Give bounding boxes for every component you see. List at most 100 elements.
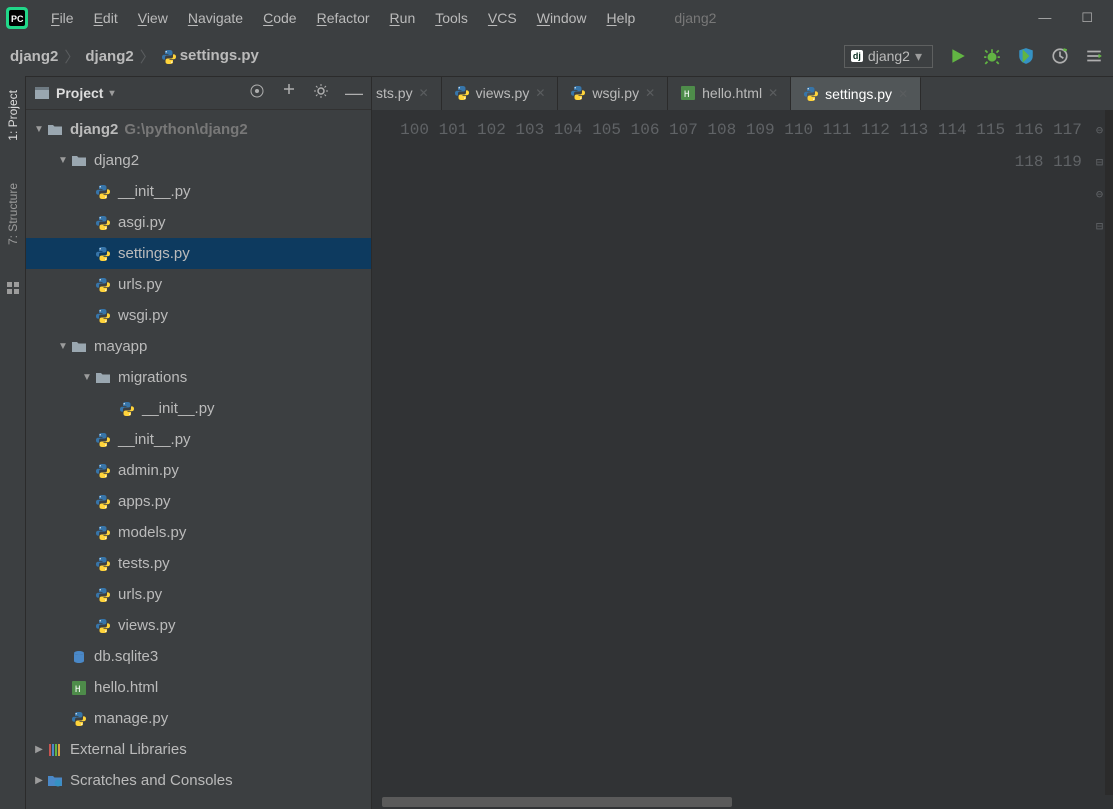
project-pane-header: Project ▾ — xyxy=(26,76,371,110)
window-controls: — ☐ xyxy=(1038,10,1107,26)
breadcrumb-separator: 〉 xyxy=(64,46,79,67)
code-editor[interactable]: 100 101 102 103 104 105 106 107 108 109 … xyxy=(372,110,1113,795)
tree-item-migrations[interactable]: ▼migrations xyxy=(26,362,371,393)
coverage-icon[interactable] xyxy=(1017,47,1035,65)
menu-navigate[interactable]: Navigate xyxy=(179,6,252,30)
py-icon xyxy=(118,400,136,418)
expand-all-icon[interactable] xyxy=(281,83,297,99)
tree-item-external-libraries[interactable]: ▶ External Libraries xyxy=(26,734,371,765)
tree-item-urls-py[interactable]: urls.py xyxy=(26,579,371,610)
structure-tool-tab[interactable]: 7: Structure xyxy=(4,177,22,251)
editor-tab-sts-py[interactable]: sts.py✕ xyxy=(372,76,442,110)
py-icon xyxy=(94,586,112,604)
tab-label: wsgi.py xyxy=(592,85,639,101)
py-icon xyxy=(803,86,819,102)
py-icon xyxy=(94,524,112,542)
expand-icon[interactable]: ▶ xyxy=(32,775,46,786)
editor-tab-hello-html[interactable]: hello.html✕ xyxy=(668,76,791,110)
editor-tab-settings-py[interactable]: settings.py✕ xyxy=(791,76,921,110)
run-configuration-selector[interactable]: dj djang2 ▾ xyxy=(844,45,933,68)
tree-item-urls-py[interactable]: urls.py xyxy=(26,269,371,300)
tree-item-__init__-py[interactable]: __init__.py xyxy=(26,424,371,455)
menu-edit[interactable]: Edit xyxy=(85,6,127,30)
tree-item-hello-html[interactable]: hello.html xyxy=(26,672,371,703)
tree-item-settings-py[interactable]: settings.py xyxy=(26,238,371,269)
editor-tab-wsgi-py[interactable]: wsgi.py ✕ xyxy=(558,76,668,110)
tree-item-label: External Libraries xyxy=(70,741,187,758)
project-tree[interactable]: ▼djang2G:\python\djang2▼djang2 __init__.p… xyxy=(26,110,371,809)
expand-icon[interactable]: ▼ xyxy=(56,341,70,352)
line-gutter[interactable]: 100 101 102 103 104 105 106 107 108 109 … xyxy=(372,110,1094,795)
locate-icon[interactable] xyxy=(249,83,265,99)
editor-tab-views-py[interactable]: views.py✕ xyxy=(442,76,559,110)
structure-icon[interactable] xyxy=(6,281,20,295)
tree-item-mayapp[interactable]: ▼mayapp xyxy=(26,331,371,362)
profile-icon[interactable] xyxy=(1051,47,1069,65)
expand-icon[interactable]: ▶ xyxy=(32,744,46,755)
menu-view[interactable]: View xyxy=(129,6,177,30)
attach-icon[interactable] xyxy=(1085,47,1103,65)
fold-gutter[interactable]: ⊖ ⊟ ⊖ ⊟ xyxy=(1094,110,1105,795)
tree-item-djang2[interactable]: ▼djang2 xyxy=(26,145,371,176)
gear-icon[interactable] xyxy=(313,83,329,99)
tree-item-__init__-py[interactable]: __init__.py xyxy=(26,393,371,424)
breadcrumb-item[interactable]: settings.py xyxy=(161,47,259,64)
run-icon[interactable] xyxy=(949,47,967,65)
tree-item-tests-py[interactable]: tests.py xyxy=(26,548,371,579)
tree-item-views-py[interactable]: views.py xyxy=(26,610,371,641)
menu-refactor[interactable]: Refactor xyxy=(308,6,379,30)
project-view-selector[interactable]: Project ▾ xyxy=(34,85,115,101)
py-icon xyxy=(70,710,88,728)
tree-item-admin-py[interactable]: admin.py xyxy=(26,455,371,486)
minimize-button[interactable]: — xyxy=(1038,10,1051,26)
tree-item-hint: G:\python\djang2 xyxy=(124,121,247,138)
html-icon xyxy=(680,85,696,101)
menu-window[interactable]: Window xyxy=(528,6,596,30)
project-tool-tab[interactable]: 1: Project xyxy=(4,84,22,147)
menu-vcs[interactable]: VCS xyxy=(479,6,526,30)
py-icon xyxy=(454,85,470,101)
tree-item-label: wsgi.py xyxy=(118,307,168,324)
close-icon[interactable]: ✕ xyxy=(645,86,655,100)
tree-item-scratches-and-consoles[interactable]: ▶Scratches and Consoles xyxy=(26,765,371,796)
expand-icon[interactable]: ▼ xyxy=(32,124,46,135)
hide-button[interactable]: — xyxy=(345,83,363,104)
editor-area: sts.py✕views.py✕wsgi.py✕hello.html✕setti… xyxy=(371,76,1113,809)
title-bar: PC FileEditViewNavigateCodeRefactorRunTo… xyxy=(0,0,1113,36)
tree-item-asgi-py[interactable]: asgi.py xyxy=(26,207,371,238)
debug-icon[interactable] xyxy=(983,47,1001,65)
tree-item-db-sqlite3[interactable]: db.sqlite3 xyxy=(26,641,371,672)
folder-icon xyxy=(70,152,88,170)
close-icon[interactable]: ✕ xyxy=(768,86,778,100)
menu-file[interactable]: File xyxy=(42,6,83,30)
py-icon xyxy=(94,617,112,635)
menu-tools[interactable]: Tools xyxy=(426,6,477,30)
tree-item-label: __init__.py xyxy=(118,183,191,200)
svg-text:PC: PC xyxy=(11,14,24,24)
toolbar-actions xyxy=(949,47,1103,65)
tree-item-label: views.py xyxy=(118,617,176,634)
tree-item-__init__-py[interactable]: __init__.py xyxy=(26,176,371,207)
maximize-button[interactable]: ☐ xyxy=(1081,10,1093,26)
breadcrumb-item[interactable]: djang2 xyxy=(85,48,133,65)
menu-code[interactable]: Code xyxy=(254,6,305,30)
tree-item-models-py[interactable]: models.py xyxy=(26,517,371,548)
code-content[interactable]: ] # Internationalization # https://docs.… xyxy=(1105,110,1113,795)
chevron-down-icon: ▾ xyxy=(915,48,922,65)
tree-item-wsgi-py[interactable]: wsgi.py xyxy=(26,300,371,331)
menu-help[interactable]: Help xyxy=(598,6,645,30)
py-icon xyxy=(570,85,586,101)
close-icon[interactable]: ✕ xyxy=(898,87,908,101)
expand-icon[interactable]: ▼ xyxy=(80,372,94,383)
tree-item-manage-py[interactable]: manage.py xyxy=(26,703,371,734)
horizontal-scrollbar[interactable] xyxy=(372,795,1113,809)
close-icon[interactable]: ✕ xyxy=(535,86,545,100)
navigation-bar: djang2〉djang2〉settings.py dj djang2 ▾ xyxy=(0,36,1113,76)
expand-icon[interactable]: ▼ xyxy=(56,155,70,166)
breadcrumb-item[interactable]: djang2 xyxy=(10,48,58,65)
tree-item-label: manage.py xyxy=(94,710,168,727)
menu-run[interactable]: Run xyxy=(381,6,425,30)
tree-item-djang2[interactable]: ▼djang2G:\python\djang2 xyxy=(26,114,371,145)
close-icon[interactable]: ✕ xyxy=(419,86,429,100)
tree-item-apps-py[interactable]: apps.py xyxy=(26,486,371,517)
